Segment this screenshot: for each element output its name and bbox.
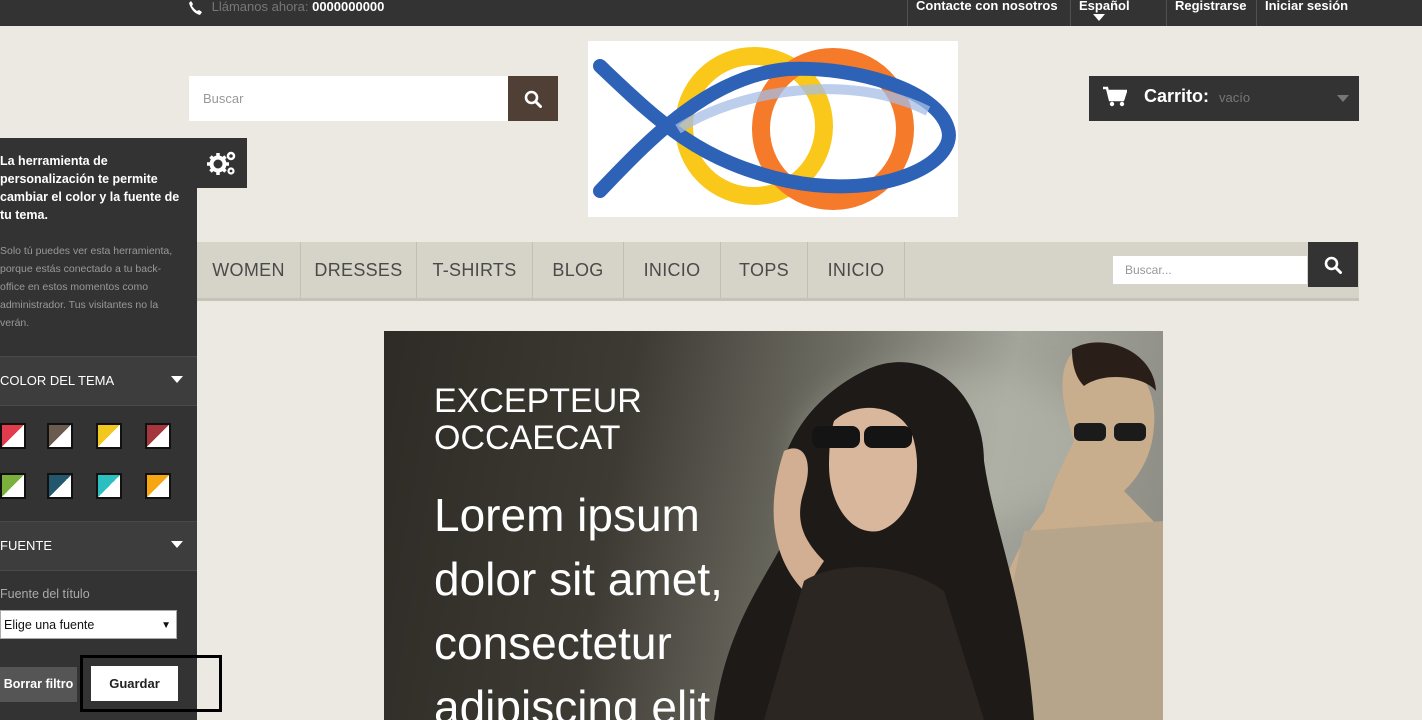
header-search	[189, 76, 508, 121]
title-font-select[interactable]: Elige una fuente ▼	[0, 610, 177, 639]
search-button[interactable]	[508, 76, 558, 121]
save-button[interactable]: Guardar	[91, 666, 178, 701]
phone-number: 0000000000	[312, 0, 385, 14]
contact-link[interactable]: Contacte con nosotros	[907, 0, 1075, 26]
menu-item-tops[interactable]: TOPS	[721, 242, 808, 298]
reset-filter-button[interactable]: Borrar filtro	[0, 667, 77, 702]
cart-dropdown[interactable]: Carrito: vacío	[1089, 76, 1359, 121]
color-swatch-green[interactable]	[0, 473, 26, 499]
panel-admin-note: Solo tú puedes ver esta herramienta, por…	[0, 245, 173, 329]
search-icon	[1324, 256, 1342, 274]
color-section-toggle[interactable]: COLOR DEL TEMA	[0, 356, 197, 406]
phone-icon	[189, 0, 202, 15]
cart-state: vacío	[1219, 90, 1251, 105]
color-swatch-teal[interactable]	[47, 473, 73, 499]
phone-label: Llámanos ahora:	[211, 0, 309, 14]
gear-icon	[207, 151, 236, 175]
panel-toggle-button[interactable]	[197, 138, 247, 188]
phone-info: Llámanos ahora: 0000000000	[188, 0, 384, 16]
language-selector[interactable]: Español	[1070, 0, 1163, 26]
menu-item-inicio[interactable]: INICIO	[624, 242, 721, 298]
menu-item-inicio-2[interactable]: INICIO	[808, 242, 905, 298]
select-arrow-icon: ▼	[161, 620, 171, 631]
chevron-down-icon	[1337, 95, 1349, 102]
homepage-slider[interactable]: EXCEPTEUR OCCAECAT Lorem ipsum dolor sit…	[384, 331, 1163, 720]
banner-headline-line-1: Lorem ipsum	[434, 489, 700, 541]
title-font-label: Fuente del título	[0, 587, 90, 601]
top-bar: Llámanos ahora: 0000000000 Contacte con …	[0, 0, 1422, 26]
menu-item-t-shirts[interactable]: T-SHIRTS	[417, 242, 533, 298]
color-section-title: COLOR DEL TEMA	[0, 373, 115, 388]
logo-image	[593, 47, 956, 210]
menu-search	[1113, 256, 1307, 284]
font-section-toggle[interactable]: FUENTE	[0, 521, 197, 571]
chevron-down-icon	[1093, 14, 1105, 21]
register-link[interactable]: Registrarse	[1166, 0, 1257, 26]
font-section-title: FUENTE	[0, 538, 52, 553]
menu-search-input[interactable]	[1113, 256, 1307, 284]
cart-label: Carrito:	[1144, 86, 1210, 106]
color-swatch-cyan[interactable]	[96, 473, 122, 499]
menu-item-dresses[interactable]: DRESSES	[301, 242, 417, 298]
chevron-down-icon	[171, 541, 183, 548]
search-icon	[524, 90, 542, 108]
color-swatch-red[interactable]	[0, 423, 26, 449]
chevron-down-icon	[171, 376, 183, 383]
banner-headline-line-2: dolor sit amet,	[434, 553, 723, 605]
banner-kicker-line-1: EXCEPTEUR	[434, 382, 642, 420]
banner-headline-line-4: adipiscing elit	[434, 681, 711, 720]
color-swatch-brown[interactable]	[47, 423, 73, 449]
color-swatch-maroon[interactable]	[145, 423, 171, 449]
shop-logo[interactable]	[588, 41, 958, 217]
menu-item-women[interactable]: WOMEN	[197, 242, 301, 298]
language-label: Español	[1079, 0, 1130, 13]
title-font-select-value: Elige una fuente	[4, 618, 95, 632]
menu-item-blog[interactable]: BLOG	[533, 242, 624, 298]
banner-kicker: EXCEPTEUR OCCAECAT	[434, 383, 734, 457]
theme-configurator-panel: La herramienta de personalización te per…	[0, 138, 197, 720]
cart-icon	[1103, 86, 1127, 107]
color-swatch-yellow[interactable]	[96, 423, 122, 449]
color-swatch-orange[interactable]	[145, 473, 171, 499]
menu-search-button[interactable]	[1308, 242, 1358, 287]
banner-kicker-line-2: OCCAECAT	[434, 419, 621, 457]
panel-intro: La herramienta de personalización te per…	[0, 154, 180, 222]
banner-headline-line-3: consectetur	[434, 617, 672, 669]
search-input[interactable]	[189, 76, 479, 121]
banner-headline: Lorem ipsum dolor sit amet, consectetur …	[434, 483, 794, 720]
login-link[interactable]: Iniciar sesión	[1256, 0, 1365, 26]
